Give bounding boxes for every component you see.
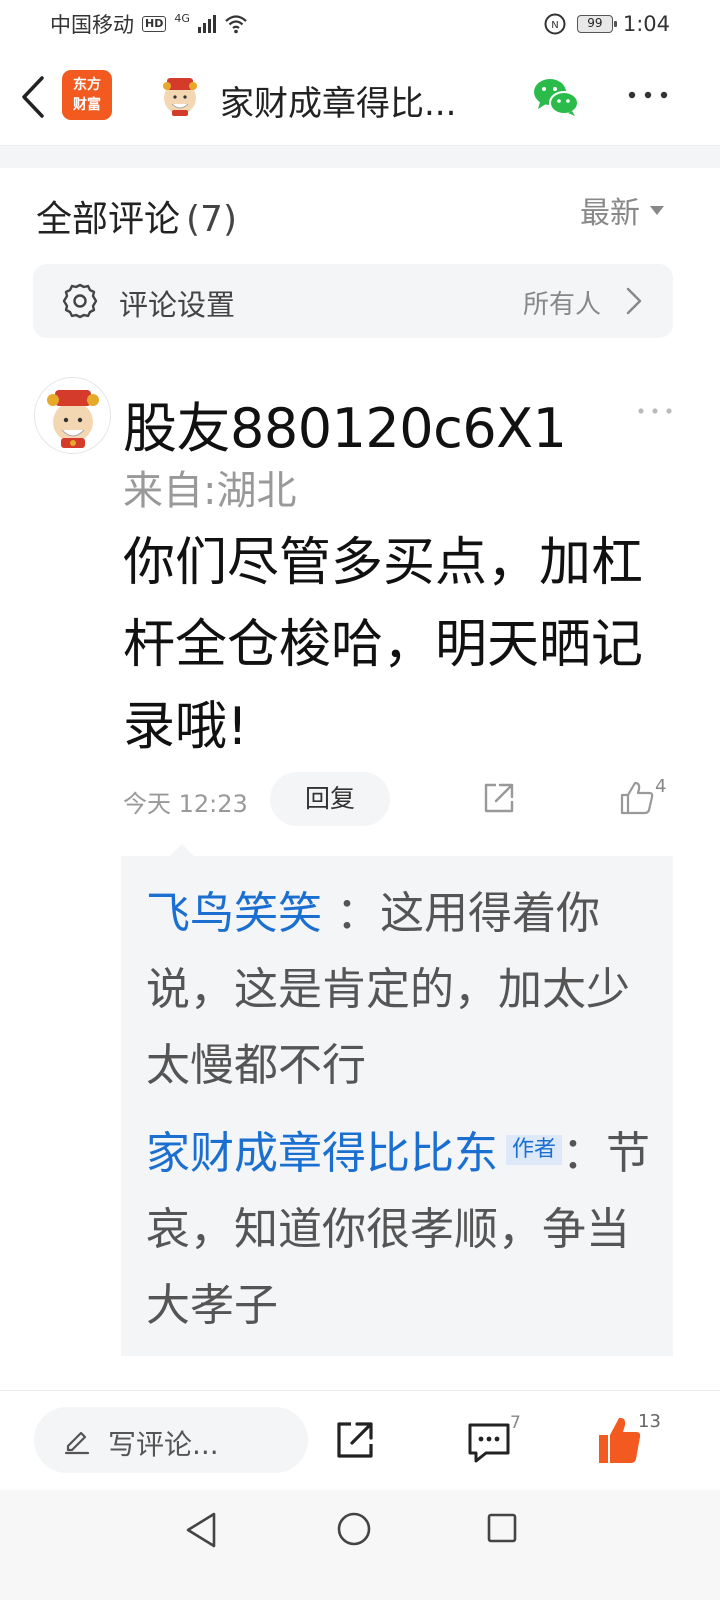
more-options-icon[interactable] (626, 86, 670, 104)
author-avatar[interactable] (158, 74, 202, 118)
back-arrow-icon[interactable] (18, 74, 48, 120)
reply-user-name[interactable]: 飞鸟笑笑 (146, 888, 322, 939)
reply-item[interactable]: 飞鸟笑笑 ：这用得着你说，这是肯定的，加太少太慢都不行 (146, 876, 658, 1104)
commenter-avatar[interactable] (34, 377, 111, 454)
system-recents-icon[interactable] (486, 1512, 518, 1544)
system-home-icon[interactable] (336, 1511, 372, 1547)
battery-icon: 99 (576, 15, 617, 33)
chevron-right-icon (626, 287, 642, 315)
reply-separator: ： (336, 888, 380, 939)
like-count-badge: 13 (638, 1411, 661, 1432)
reply-separator: ： (562, 1128, 607, 1179)
signal-icon (197, 15, 216, 33)
svg-text:N: N (551, 20, 558, 31)
comments-title: 全部评论 (36, 199, 181, 240)
thumbs-up-filled-icon[interactable] (596, 1415, 642, 1465)
reply-user-name[interactable]: 家财成章得比比东 (146, 1128, 498, 1179)
commenter-name[interactable]: 股友880120c6X1 (123, 384, 567, 463)
comments-header: 全部评论 (7) (36, 190, 237, 242)
commenter-location: 来自:湖北 (123, 468, 297, 514)
wifi-icon (225, 15, 247, 34)
nav-title: 家财成章得比... (220, 84, 457, 124)
write-comment-input[interactable]: 写评论... (34, 1407, 308, 1473)
reply-item[interactable]: 家财成章得比比东 作者 ：节哀，知道你很孝顺，争当大孝子 (146, 1116, 658, 1344)
reply-button[interactable]: 回复 (270, 772, 390, 826)
comment-like-count: 4 (655, 776, 667, 797)
comment-count-badge: 7 (510, 1413, 521, 1433)
comment-body: 你们尽管多买点，加杠杆全仓梭哈，明天晒记录哦! (123, 533, 644, 757)
logo-text-line2: 财富 (73, 97, 101, 113)
share-icon[interactable] (334, 1419, 376, 1461)
wechat-share-icon[interactable] (532, 76, 580, 118)
comment-time: 今天 12:23 (123, 790, 248, 818)
comments-count: (7) (186, 199, 238, 240)
carrier-name: 中国移动 (50, 13, 134, 37)
settings-value: 所有人 (522, 290, 601, 320)
avatar-image (47, 390, 99, 448)
nav-bar: 东方 财富 家财成章得比... (0, 48, 720, 146)
comment-icon[interactable] (466, 1421, 512, 1465)
author-badge: 作者 (506, 1135, 563, 1165)
sort-dropdown[interactable]: 最新 (580, 188, 664, 232)
status-bar: 中国移动 HD 4G N 99 1:04 (0, 0, 720, 48)
section-divider (0, 146, 720, 168)
bottom-action-bar: 写评论... 7 13 (0, 1390, 720, 1490)
comment-more-icon[interactable] (636, 404, 674, 418)
write-comment-placeholder: 写评论... (108, 1428, 219, 1461)
comment-settings-row[interactable]: 评论设置 所有人 (33, 264, 673, 338)
system-nav-bar (0, 1490, 720, 1600)
app-logo[interactable]: 东方 财富 (62, 70, 112, 120)
alarm-icon: N (544, 13, 566, 35)
hd-badge: HD (142, 16, 167, 32)
clock: 1:04 (622, 12, 670, 36)
settings-label: 评论设置 (119, 288, 236, 322)
caret-down-icon (650, 205, 664, 215)
thumbs-up-icon[interactable] (618, 779, 656, 817)
share-icon[interactable] (481, 780, 517, 816)
system-back-icon[interactable] (184, 1510, 220, 1550)
logo-text-line1: 东方 (73, 77, 101, 93)
sort-label: 最新 (580, 196, 640, 231)
gear-icon (62, 283, 98, 319)
network-type: 4G (174, 11, 190, 25)
reply-box-notch (170, 844, 194, 856)
pencil-icon (64, 1431, 90, 1455)
